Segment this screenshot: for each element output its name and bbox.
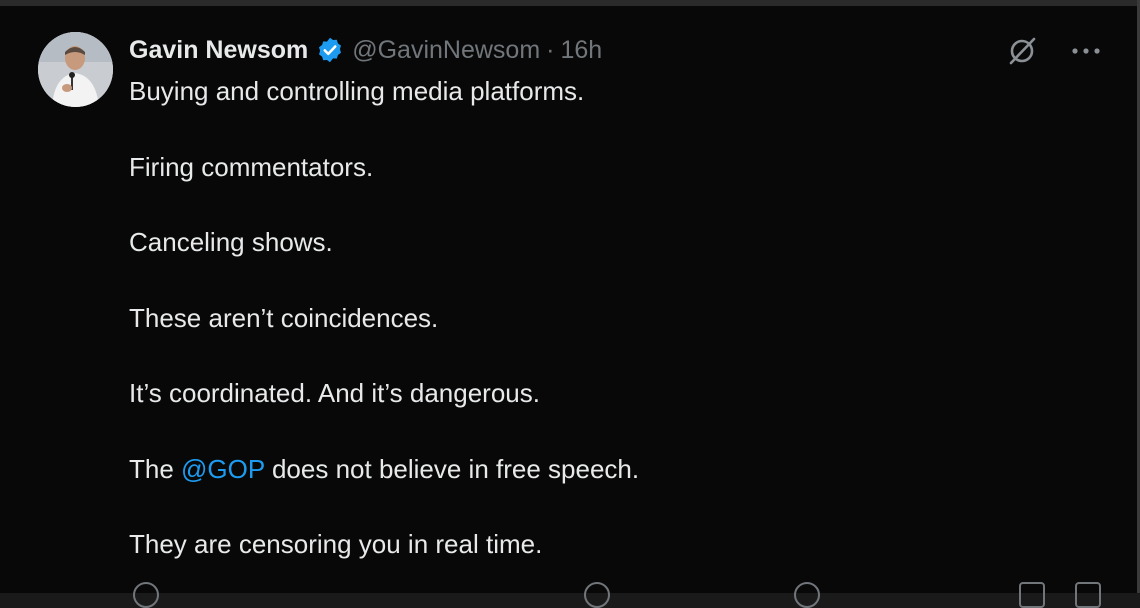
tweet-line: Firing commentators. [129, 151, 374, 182]
author-handle[interactable]: @GavinNewsom [352, 36, 540, 65]
repost-icon[interactable] [584, 582, 610, 608]
author-name[interactable]: Gavin Newsom [129, 36, 308, 65]
tweet-header: Gavin Newsom @GavinNewsom · 16h [129, 32, 602, 68]
top-actions [1005, 34, 1103, 68]
separator-dot: · [546, 35, 555, 64]
more-options-icon[interactable] [1069, 34, 1103, 68]
tweet-line: Canceling shows. [129, 227, 333, 257]
tweet-line: These aren’t coincidences. [129, 302, 439, 333]
tweet-line: The @GOP does not believe in free speech… [129, 450, 1089, 488]
verified-badge-icon[interactable] [316, 36, 344, 64]
avatar[interactable] [38, 32, 113, 107]
text-segment: The [129, 453, 182, 484]
timestamp[interactable]: 16h [561, 36, 603, 65]
reply-icon[interactable] [133, 582, 159, 608]
tweet-text: Buying and controlling media platforms. … [129, 72, 1089, 601]
tweet[interactable]: Gavin Newsom @GavinNewsom · 16h Buying a… [0, 0, 1137, 608]
action-bar [129, 582, 1101, 608]
tweet-line: Buying and controlling media platforms. [129, 76, 585, 106]
like-icon[interactable] [794, 582, 820, 608]
share-icon[interactable] [1075, 582, 1101, 608]
grok-icon[interactable] [1005, 34, 1039, 68]
avatar-photo [38, 32, 113, 107]
text-segment: does not believe in free speech. [264, 453, 640, 484]
tweet-line: It’s coordinated. And it’s dangerous. [129, 378, 540, 408]
tweet-line: They are censoring you in real time. [129, 529, 543, 559]
mention-link[interactable]: @GOP [181, 454, 265, 484]
bookmark-icon[interactable] [1019, 582, 1045, 608]
